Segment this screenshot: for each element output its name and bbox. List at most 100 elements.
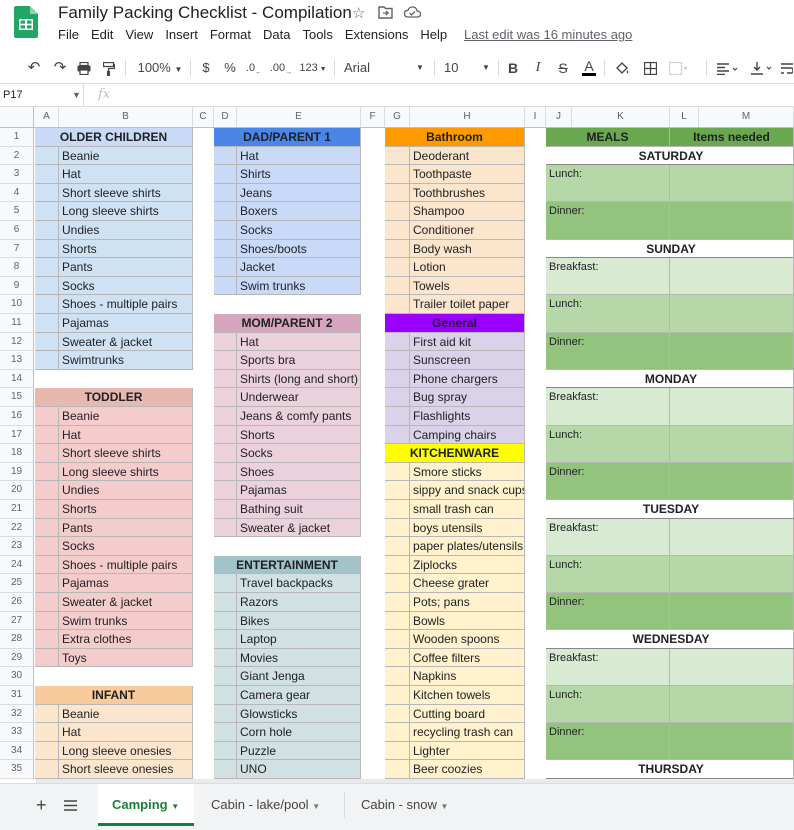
list-item[interactable]: Pajamas (59, 314, 193, 333)
meal-label[interactable]: Lunch: (546, 426, 670, 463)
list-item[interactable]: Sports bra (237, 351, 361, 370)
list-item[interactable]: Beanie (59, 147, 193, 166)
older-children-header[interactable]: OLDER CHILDREN (35, 128, 193, 147)
row-header-29[interactable]: 29 (0, 649, 34, 668)
checkbox-cell[interactable] (214, 221, 237, 240)
meal-label[interactable]: Dinner: (546, 202, 670, 239)
items-needed-header[interactable]: Items needed (670, 128, 794, 147)
meal-label[interactable]: Breakfast: (546, 649, 670, 686)
meal-items-cell[interactable] (670, 556, 794, 593)
checkbox-cell[interactable] (35, 351, 59, 370)
row-header-14[interactable]: 14 (0, 370, 34, 389)
day-header[interactable]: WEDNESDAY (546, 630, 794, 649)
row-header-24[interactable]: 24 (0, 556, 34, 575)
tab-cabin-snow[interactable]: Cabin - snow ▼ (361, 784, 448, 826)
list-item[interactable]: paper plates/utensils (410, 537, 525, 556)
italic-button[interactable]: I (530, 53, 546, 83)
meal-label[interactable]: Lunch: (546, 556, 670, 593)
list-item[interactable]: Shoes - multiple pairs (59, 295, 193, 314)
menu-view[interactable]: View (125, 27, 153, 42)
list-item[interactable]: Coffee filters (410, 649, 525, 668)
row-header-30[interactable]: 30 (0, 667, 34, 686)
list-item[interactable]: Bug spray (410, 388, 525, 407)
row-header-23[interactable]: 23 (0, 537, 34, 556)
column-header-e[interactable]: E (237, 107, 361, 127)
list-item[interactable]: Undies (59, 221, 193, 240)
fill-color-icon[interactable] (612, 53, 632, 83)
checkbox-cell[interactable] (35, 630, 59, 649)
row-header-12[interactable]: 12 (0, 333, 34, 352)
checkbox-cell[interactable] (35, 333, 59, 352)
list-item[interactable]: Jeans (237, 184, 361, 203)
list-item[interactable]: Long sleeve shirts (59, 202, 193, 221)
list-item[interactable]: Short sleeve shirts (59, 184, 193, 203)
list-item[interactable]: Toothpaste (410, 165, 525, 184)
checkbox-cell[interactable] (35, 612, 59, 631)
row-header-22[interactable]: 22 (0, 519, 34, 538)
row-header-28[interactable]: 28 (0, 630, 34, 649)
list-item[interactable]: Razors (237, 593, 361, 612)
checkbox-cell[interactable] (214, 426, 237, 445)
checkbox-cell[interactable] (385, 686, 410, 705)
list-item[interactable]: Sunscreen (410, 351, 525, 370)
row-header-11[interactable]: 11 (0, 314, 34, 333)
checkbox-cell[interactable] (214, 444, 237, 463)
checkbox-cell[interactable] (214, 612, 237, 631)
list-item[interactable]: sippy and snack cups (410, 481, 525, 500)
column-header-b[interactable]: B (59, 107, 193, 127)
checkbox-cell[interactable] (35, 314, 59, 333)
checkbox-cell[interactable] (385, 723, 410, 742)
checkbox-cell[interactable] (385, 463, 410, 482)
row-header-17[interactable]: 17 (0, 426, 34, 445)
column-header-a[interactable]: A (35, 107, 59, 127)
checkbox-cell[interactable] (35, 742, 59, 761)
decrease-decimal-button[interactable]: .0← (244, 53, 264, 83)
meal-items-cell[interactable] (670, 258, 794, 295)
checkbox-cell[interactable] (385, 147, 410, 166)
day-header[interactable]: MONDAY (546, 370, 794, 389)
list-item[interactable]: Hat (237, 333, 361, 352)
row-header-3[interactable]: 3 (0, 165, 34, 184)
meal-items-cell[interactable] (670, 333, 794, 370)
checkbox-cell[interactable] (214, 333, 237, 352)
list-item[interactable]: Sweater & jacket (59, 593, 193, 612)
menu-extensions[interactable]: Extensions (345, 27, 409, 42)
list-item[interactable]: Toothbrushes (410, 184, 525, 203)
list-item[interactable]: boys utensils (410, 519, 525, 538)
column-header-l[interactable]: L (670, 107, 699, 127)
checkbox-cell[interactable] (385, 202, 410, 221)
row-header-2[interactable]: 2 (0, 147, 34, 166)
select-all-corner[interactable] (0, 107, 34, 128)
list-item[interactable]: Swimtrunks (59, 351, 193, 370)
redo-icon[interactable]: ↷ (50, 53, 70, 83)
meal-items-cell[interactable] (670, 426, 794, 463)
checkbox-cell[interactable] (214, 407, 237, 426)
list-item[interactable]: Bikes (237, 612, 361, 631)
list-item[interactable]: Long sleeve shirts (59, 463, 193, 482)
menu-file[interactable]: File (58, 27, 79, 42)
checkbox-cell[interactable] (385, 574, 410, 593)
list-item[interactable]: Travel backpacks (237, 574, 361, 593)
column-header-j[interactable]: J (546, 107, 572, 127)
currency-format-button[interactable]: $ (198, 53, 214, 83)
day-header[interactable]: SUNDAY (546, 240, 794, 259)
checkbox-cell[interactable] (35, 221, 59, 240)
print-icon[interactable] (74, 53, 94, 83)
checkbox-cell[interactable] (214, 165, 237, 184)
list-item[interactable]: Socks (237, 221, 361, 240)
kitchenware-header[interactable]: KITCHENWARE (385, 444, 525, 463)
list-item[interactable]: Phone chargers (410, 370, 525, 389)
all-sheets-icon[interactable] (64, 784, 77, 826)
list-item[interactable]: Hat (59, 165, 193, 184)
strikethrough-button[interactable]: S (555, 53, 571, 83)
checkbox-cell[interactable] (214, 574, 237, 593)
list-item[interactable]: Smore sticks (410, 463, 525, 482)
list-item[interactable]: Sweater & jacket (237, 519, 361, 538)
list-item[interactable]: Shoes/boots (237, 240, 361, 259)
checkbox-cell[interactable] (35, 240, 59, 259)
menu-help[interactable]: Help (420, 27, 447, 42)
checkbox-cell[interactable] (35, 705, 59, 724)
meal-items-cell[interactable] (670, 649, 794, 686)
meal-items-cell[interactable] (670, 723, 794, 760)
meal-items-cell[interactable] (670, 463, 794, 500)
